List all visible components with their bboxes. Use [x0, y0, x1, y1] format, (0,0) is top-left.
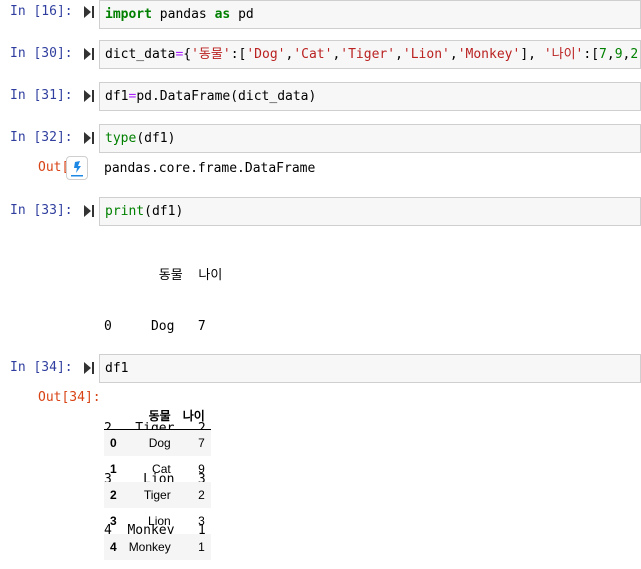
- code-token: pd.DataFrame(dict_data): [136, 89, 317, 104]
- table-cell: Cat: [152, 462, 171, 476]
- table-cell: 1: [198, 540, 205, 554]
- row-index: 4: [110, 540, 117, 554]
- cell-34-prompt: In [34]:: [10, 360, 73, 375]
- table-row: 0 Dog 7: [104, 429, 211, 456]
- table-row: 4 Monkey 1: [104, 534, 211, 560]
- code-token: as: [214, 7, 231, 22]
- cell-16-prompt: In [16]:: [10, 4, 73, 19]
- code-token: import: [105, 7, 152, 22]
- code-token: :[: [583, 47, 600, 62]
- code-token: 2: [630, 47, 639, 62]
- code-token: {: [183, 47, 192, 62]
- code-token: '동물': [191, 47, 231, 62]
- column-header: 동물: [122, 401, 177, 430]
- table-cell: Tiger: [143, 488, 171, 502]
- cell-33-prompt: In [33]:: [10, 203, 73, 218]
- table-row: 2 Tiger 2: [104, 482, 211, 508]
- code-token: ,: [449, 47, 458, 62]
- code-token: 9: [614, 47, 623, 62]
- column-header: 나이: [176, 401, 211, 430]
- code-token: (df1): [144, 204, 184, 219]
- code-token: print: [105, 204, 145, 219]
- table-row: 1 Cat 9: [104, 456, 211, 482]
- cell-34-input[interactable]: df1: [99, 354, 641, 383]
- code-token: ],: [520, 47, 544, 62]
- code-token: 'Tiger': [340, 47, 396, 62]
- row-index: 2: [110, 488, 117, 502]
- table-cell: Dog: [148, 436, 171, 450]
- print-line: 0 Dog 7: [104, 319, 206, 334]
- run-cell-16-icon[interactable]: [84, 6, 94, 18]
- table-cell: 3: [198, 514, 205, 528]
- dataframe-table: 동물 나이 0 Dog 7 1 Cat 9 2 Tiger 2 3 Lion 3…: [104, 401, 211, 560]
- table-cell: 2: [198, 488, 205, 502]
- cell-33-input[interactable]: print(df1): [99, 197, 641, 226]
- code-token: type: [105, 131, 137, 146]
- run-cell-30-icon[interactable]: [84, 48, 94, 60]
- output-widget-icon[interactable]: [66, 156, 88, 180]
- cell-30-input[interactable]: dict_data={'동물':['Dog','Cat','Tiger','Li…: [99, 40, 641, 69]
- table-cell: 7: [198, 436, 205, 450]
- table-header-row: 동물 나이: [104, 401, 211, 430]
- cell-31-input[interactable]: df1=pd.DataFrame(dict_data): [99, 82, 641, 111]
- code-token: :[: [230, 47, 247, 62]
- table-cell: 9: [198, 462, 205, 476]
- table-cell: Monkey: [128, 540, 171, 554]
- row-index: 1: [110, 462, 117, 476]
- code-token: 7: [599, 47, 607, 62]
- code-token: ,: [606, 47, 615, 62]
- cell-32-input[interactable]: type(df1): [99, 124, 641, 153]
- run-cell-33-icon[interactable]: [84, 205, 94, 217]
- table-row: 3 Lion 3: [104, 508, 211, 534]
- cell-32-output: pandas.core.frame.DataFrame: [104, 161, 316, 176]
- cell-32-out-prompt: Out[: [38, 160, 70, 175]
- code-token: 'Monkey': [457, 47, 521, 62]
- code-token: df1: [105, 361, 129, 376]
- run-cell-34-icon[interactable]: [84, 362, 94, 374]
- code-token: pandas: [151, 7, 215, 22]
- row-index: 0: [110, 436, 117, 450]
- cell-16-input[interactable]: import pandas as pd: [99, 0, 641, 29]
- code-token: 'Cat': [293, 47, 333, 62]
- code-token: dict_data: [105, 47, 176, 62]
- cell-31-prompt: In [31]:: [10, 88, 73, 103]
- cell-32-prompt: In [32]:: [10, 130, 73, 145]
- code-token: '나이': [543, 47, 584, 62]
- code-token: ,: [395, 47, 403, 62]
- code-token: 'Lion': [402, 47, 450, 62]
- code-token: 'Dog': [246, 47, 286, 62]
- code-token: (df1): [136, 131, 176, 146]
- run-cell-31-icon[interactable]: [84, 90, 94, 102]
- run-cell-32-icon[interactable]: [84, 132, 94, 144]
- index-header: [104, 401, 123, 430]
- print-line: 동물 나이: [104, 268, 223, 283]
- cell-34-out-prompt: Out[34]:: [38, 390, 101, 405]
- row-index: 3: [110, 514, 117, 528]
- code-token: pd: [230, 7, 254, 22]
- table-cell: Lion: [148, 514, 171, 528]
- code-token: df1: [105, 89, 129, 104]
- cell-30-prompt: In [30]:: [10, 46, 73, 61]
